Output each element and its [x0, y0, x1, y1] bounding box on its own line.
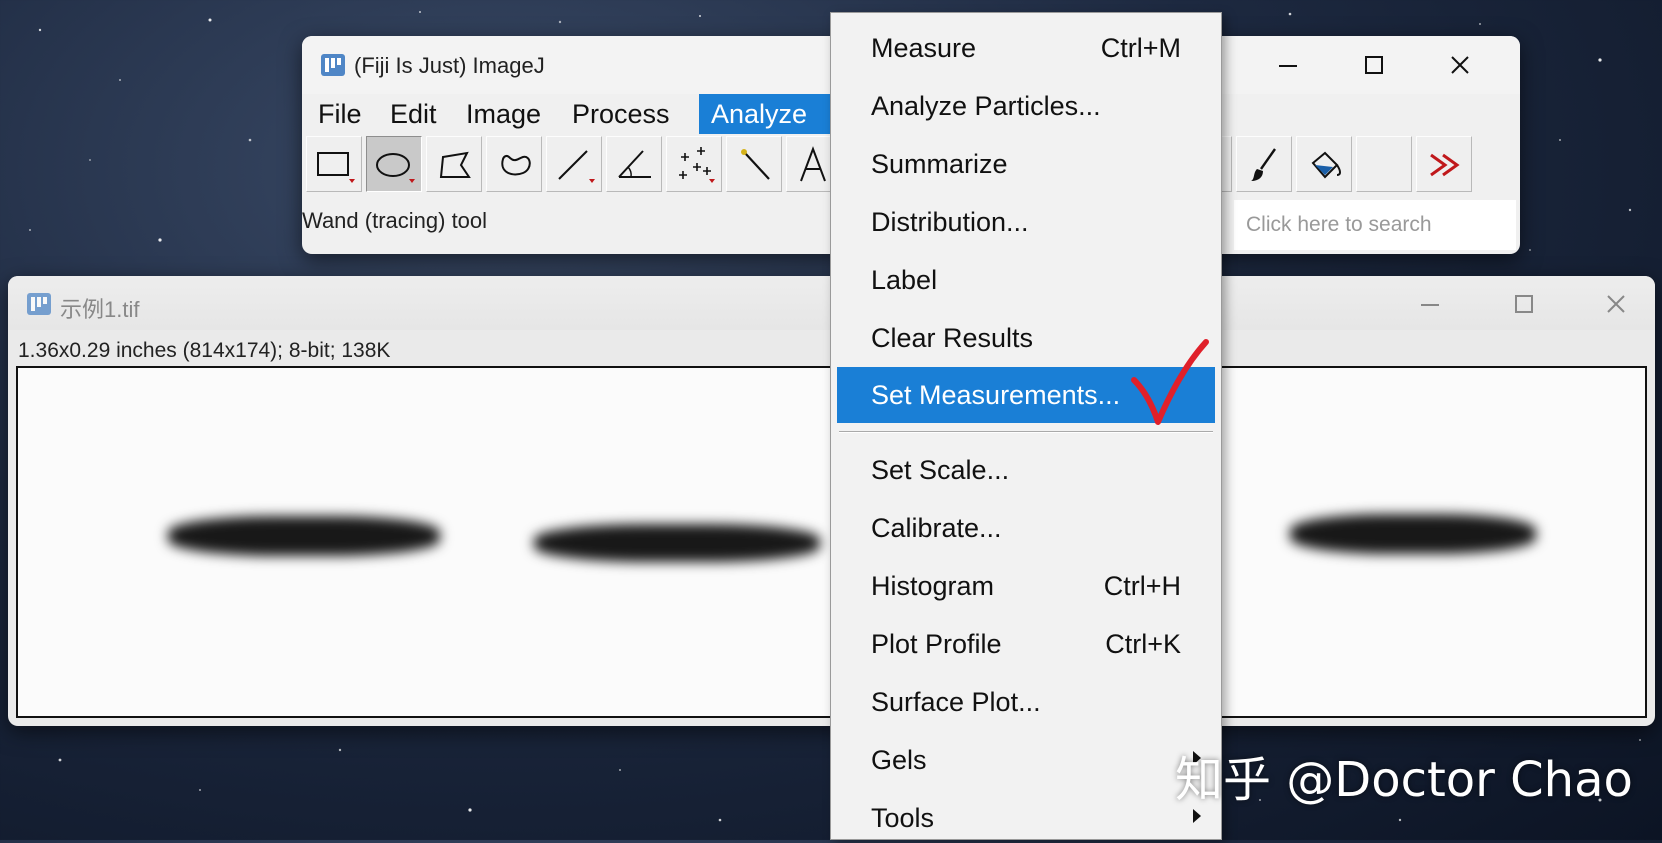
menu-item-tools[interactable]: Tools — [837, 793, 1215, 843]
rectangle-tool-icon — [317, 152, 355, 183]
polygon-tool-button[interactable] — [426, 136, 482, 192]
oval-tool-icon — [376, 153, 415, 183]
angle-tool-button[interactable] — [606, 136, 662, 192]
rectangle-tool-button[interactable] — [306, 136, 362, 192]
line-tool-button[interactable] — [546, 136, 602, 192]
empty-tool-slot-icon — [1363, 143, 1407, 187]
image-close-button[interactable] — [1586, 284, 1646, 324]
gel-band-2 — [534, 524, 820, 562]
imagej-app-icon — [27, 293, 51, 315]
image-minimize-button[interactable] — [1400, 284, 1460, 324]
close-button[interactable] — [1430, 44, 1490, 86]
status-text: Wand (tracing) tool — [302, 208, 488, 233]
flood-fill-tool-icon — [1311, 151, 1341, 179]
menu-item-measure[interactable]: Measure Ctrl+M — [837, 23, 1215, 73]
close-icon — [1451, 56, 1469, 74]
menu-file[interactable]: File — [306, 94, 374, 134]
flood-fill-tool-button[interactable] — [1296, 136, 1352, 192]
shortcut-label: Ctrl+K — [1105, 629, 1181, 659]
image-maximize-button[interactable] — [1494, 284, 1554, 324]
menu-item-histogram[interactable]: Histogram Ctrl+H — [837, 561, 1215, 611]
menu-separator — [839, 431, 1213, 433]
empty-tool-slot[interactable] — [1356, 136, 1412, 192]
main-window-title: (Fiji Is Just) ImageJ — [354, 53, 545, 78]
menu-item-set-scale[interactable]: Set Scale... — [837, 445, 1215, 495]
multipoint-tool-icon — [679, 147, 715, 183]
red-checkmark-annotation — [1131, 339, 1209, 425]
brush-tool-button[interactable] — [1236, 136, 1292, 192]
menu-item-calibrate[interactable]: Calibrate... — [837, 503, 1215, 553]
line-tool-icon — [558, 150, 595, 183]
menu-item-analyze-particles[interactable]: Analyze Particles... — [837, 81, 1215, 131]
brush-tool-icon — [1251, 148, 1276, 181]
polygon-tool-icon — [439, 151, 471, 178]
submenu-arrow-icon — [1193, 809, 1201, 823]
close-icon — [1607, 295, 1625, 313]
menu-image[interactable]: Image — [454, 94, 553, 134]
more-tools-button[interactable] — [1416, 136, 1472, 192]
freehand-tool-icon — [501, 154, 531, 176]
menu-analyze[interactable]: Analyze — [699, 94, 834, 134]
oval-tool-button[interactable] — [366, 136, 422, 192]
minimize-icon — [1421, 304, 1439, 306]
shortcut-label: Ctrl+M — [1100, 33, 1181, 63]
maximize-button[interactable] — [1344, 44, 1404, 86]
multipoint-tool-button[interactable] — [666, 136, 722, 192]
wand-tool-icon — [741, 149, 770, 180]
menu-edit[interactable]: Edit — [378, 94, 449, 134]
menu-item-distribution[interactable]: Distribution... — [837, 197, 1215, 247]
menu-item-label[interactable]: Label — [837, 255, 1215, 305]
wand-tool-button[interactable] — [726, 136, 782, 192]
menu-item-gels[interactable]: Gels — [837, 735, 1215, 785]
image-window-title: 示例1.tif — [60, 297, 140, 322]
shortcut-label: Ctrl+H — [1103, 571, 1181, 601]
search-input[interactable]: Click here to search — [1234, 200, 1516, 250]
minimize-icon — [1279, 65, 1297, 67]
menu-process[interactable]: Process — [560, 94, 682, 134]
menu-item-plot-profile[interactable]: Plot Profile Ctrl+K — [837, 619, 1215, 669]
minimize-button[interactable] — [1258, 44, 1318, 86]
menu-item-surface-plot[interactable]: Surface Plot... — [837, 677, 1215, 727]
watermark-text: 知乎 @Doctor Chao — [1175, 752, 1633, 808]
imagej-app-icon — [321, 54, 345, 76]
gel-band-3 — [1290, 514, 1536, 554]
gel-band-1 — [168, 516, 440, 556]
maximize-icon — [1515, 295, 1533, 313]
freehand-tool-button[interactable] — [486, 136, 542, 192]
more-tools-icon — [1430, 153, 1460, 177]
image-info-text: 1.36x0.29 inches (814x174); 8-bit; 138K — [18, 339, 391, 362]
maximize-icon — [1365, 56, 1383, 74]
angle-tool-icon — [618, 150, 651, 178]
menu-item-summarize[interactable]: Summarize — [837, 139, 1215, 189]
